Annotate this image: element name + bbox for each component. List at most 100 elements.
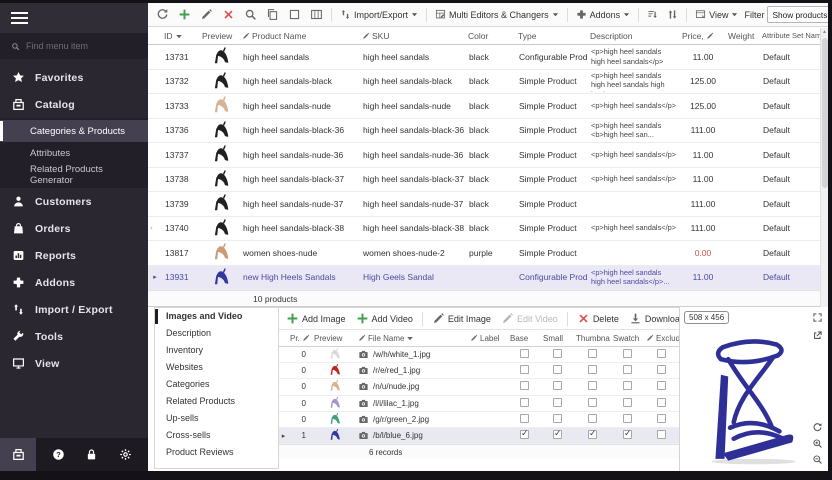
column-header-product-name[interactable]: Product Name: [240, 31, 360, 41]
view-menu[interactable]: View: [692, 7, 741, 22]
small-checkbox[interactable]: [553, 414, 562, 423]
tab-inventory[interactable]: Inventory: [155, 342, 278, 359]
base-checkbox[interactable]: [520, 381, 529, 390]
tab-cross-sells[interactable]: Cross-sells: [155, 426, 278, 443]
sidebar-item-orders[interactable]: Orders: [0, 215, 148, 242]
search-products-button[interactable]: [241, 6, 260, 23]
image-row-b-l-blue-6-jpg[interactable]: ▸1/b/l/blue_6.jpg: [279, 428, 679, 444]
small-checkbox[interactable]: [553, 365, 562, 374]
sidebar-item-customers[interactable]: Customers: [0, 188, 148, 215]
add-product-button[interactable]: [175, 6, 194, 23]
zoom-in-icon[interactable]: [812, 438, 823, 449]
column-header-type[interactable]: Type: [516, 31, 588, 41]
refresh-button[interactable]: [153, 6, 172, 23]
delete-button[interactable]: Delete: [574, 310, 622, 327]
product-row-13739[interactable]: 13739high heel sandals-nude-37high heel …: [148, 192, 820, 217]
edit-product-button[interactable]: [197, 6, 216, 23]
tab-categories[interactable]: Categories: [155, 376, 278, 393]
tab-related-products[interactable]: Related Products: [155, 392, 278, 409]
swatch-checkbox[interactable]: [623, 349, 632, 358]
image-row-n-u-nude-jpg[interactable]: 0/n/u/nude.jpg: [279, 379, 679, 395]
small-checkbox[interactable]: [553, 381, 562, 390]
sidebar-item-categories-products[interactable]: Categories & Products: [0, 120, 148, 142]
swatch-checkbox[interactable]: [623, 365, 632, 374]
swatch-checkbox[interactable]: [623, 414, 632, 423]
external-link-icon[interactable]: [812, 330, 823, 341]
delete-product-button[interactable]: [219, 6, 238, 23]
import-export-menu[interactable]: Import/Export: [337, 7, 421, 22]
edit-video-button[interactable]: Edit Video: [498, 310, 561, 327]
grid-scrollbar[interactable]: ▲: [820, 28, 828, 307]
product-row-13740[interactable]: 13740high heel sandals-black-38high heel…: [148, 217, 820, 242]
tab-websites[interactable]: Websites: [155, 359, 278, 376]
add-image-button[interactable]: Add Image: [283, 310, 349, 327]
expand-rows-button[interactable]: [664, 7, 681, 22]
base-checkbox[interactable]: [520, 430, 529, 439]
thumbnail-checkbox[interactable]: [588, 398, 597, 407]
base-checkbox[interactable]: [520, 414, 529, 423]
tab-images-and-video[interactable]: Images and Video: [155, 308, 278, 325]
thumbnail-checkbox[interactable]: [588, 381, 597, 390]
sidebar-item-catalog[interactable]: Catalog: [0, 91, 148, 118]
small-checkbox[interactable]: [553, 430, 562, 439]
small-checkbox[interactable]: [553, 398, 562, 407]
column-header-label[interactable]: Label: [468, 334, 508, 343]
column-header-small[interactable]: Small: [541, 334, 574, 343]
thumbnail-checkbox[interactable]: [588, 414, 597, 423]
column-header-attribute-set-name[interactable]: Attribute Set Name: [760, 31, 820, 40]
sidebar-item-favorites[interactable]: Favorites: [0, 64, 148, 91]
base-checkbox[interactable]: [520, 365, 529, 374]
product-row-13738[interactable]: 13738high heel sandals-black-37high heel…: [148, 168, 820, 193]
column-header-weight[interactable]: Weight: [726, 31, 760, 41]
image-row-w-h-white-1-jpg[interactable]: 0/w/h/white_1.jpg: [279, 347, 679, 363]
product-row-13931[interactable]: ▸13931new High Heels SandalsHigh Geels S…: [148, 266, 820, 291]
zoom-out-icon[interactable]: [812, 454, 823, 465]
product-row-13733[interactable]: 13733high heel sandals-nudehigh heel san…: [148, 94, 820, 119]
thumbnail-checkbox[interactable]: [588, 365, 597, 374]
swatch-checkbox[interactable]: [623, 381, 632, 390]
thumbnail-checkbox[interactable]: [588, 349, 597, 358]
copy-button[interactable]: [263, 6, 282, 23]
swatch-checkbox[interactable]: [623, 430, 632, 439]
image-row-l-i-lilac-1-jpg[interactable]: 0/l/i/lilac_1.jpg: [279, 396, 679, 412]
sidebar-item-attributes[interactable]: Attributes: [0, 142, 148, 164]
exclude-checkbox[interactable]: [657, 365, 666, 374]
footer-question-button[interactable]: ?: [52, 448, 65, 461]
base-checkbox[interactable]: [520, 349, 529, 358]
product-row-13736[interactable]: 13736high heel sandals-black-36high heel…: [148, 119, 820, 144]
tab-product-reviews[interactable]: Product Reviews: [155, 443, 278, 460]
small-checkbox[interactable]: [553, 349, 562, 358]
exclude-checkbox[interactable]: [657, 349, 666, 358]
fullscreen-icon[interactable]: [812, 312, 823, 323]
column-header-price[interactable]: Price,: [680, 31, 726, 41]
footer-catalog-button[interactable]: [0, 438, 36, 471]
scrollbar-thumb[interactable]: [822, 38, 828, 188]
product-row-13817[interactable]: 13817women shoes-nudewomen shoes-nude-2p…: [148, 241, 820, 266]
column-header-preview[interactable]: Preview: [312, 334, 356, 343]
swatch-checkbox[interactable]: [623, 398, 632, 407]
download-image-button[interactable]: Download Image: [626, 310, 679, 327]
exclude-checkbox[interactable]: [657, 430, 666, 439]
footer-lock-button[interactable]: [85, 448, 98, 461]
product-row-13731[interactable]: 13731high heel sandalshigh heel sandalsb…: [148, 45, 820, 70]
column-header-description[interactable]: Description: [588, 31, 680, 41]
add-video-button[interactable]: Add Video: [353, 310, 416, 327]
exclude-checkbox[interactable]: [657, 381, 666, 390]
column-header-pr[interactable]: Pr.: [288, 334, 312, 343]
exclude-checkbox[interactable]: [657, 398, 666, 407]
column-header-base[interactable]: Base: [508, 334, 541, 343]
tab-up-sells[interactable]: Up-sells: [155, 409, 278, 426]
column-header-thumbna[interactable]: Thumbna: [574, 334, 611, 343]
product-row-13737[interactable]: 13737high heel sandals-nude-36high heel …: [148, 143, 820, 168]
rotate-icon[interactable]: [812, 422, 823, 433]
column-header-preview[interactable]: Preview: [200, 31, 240, 41]
addons-menu[interactable]: Addons: [573, 7, 634, 22]
column-header-id[interactable]: ID: [162, 31, 200, 41]
collapse-rows-button[interactable]: [644, 7, 661, 22]
sidebar-item-reports[interactable]: Reports: [0, 242, 148, 269]
tab-description[interactable]: Description: [155, 325, 278, 342]
sidebar-item-related-products-generator[interactable]: Related Products Generator: [0, 164, 148, 186]
image-row-r-e-red-1-jpg[interactable]: 0/r/e/red_1.jpg: [279, 363, 679, 379]
product-row-13732[interactable]: 13732high heel sandals-blackhigh heel sa…: [148, 70, 820, 95]
sidebar-item-view[interactable]: View: [0, 350, 148, 377]
